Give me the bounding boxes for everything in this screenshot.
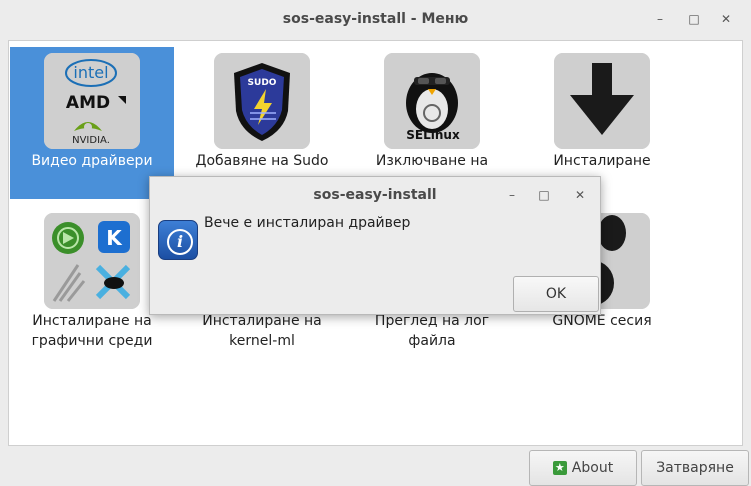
- minimize-icon[interactable]: –: [650, 9, 670, 29]
- info-dialog: sos-easy-install – □ ✕ i Вече е инсталир…: [149, 176, 601, 315]
- dialog-maximize-icon[interactable]: □: [534, 185, 554, 205]
- svg-text:K: K: [106, 226, 123, 250]
- dialog-minimize-icon[interactable]: –: [502, 185, 522, 205]
- intel-amd-nvidia-icon: intel AMD NVIDIA.: [44, 53, 140, 149]
- dialog-message: Вече е инсталиран драйвер: [204, 215, 411, 231]
- desktop-environments-icon: K: [44, 213, 140, 309]
- info-icon: i: [158, 220, 198, 260]
- dialog-close-icon[interactable]: ✕: [570, 185, 590, 205]
- menu-item-label: Изключване на: [375, 153, 489, 169]
- star-icon: ★: [552, 461, 567, 475]
- maximize-icon[interactable]: □: [684, 9, 704, 29]
- about-button[interactable]: ★ About: [529, 450, 637, 486]
- selinux-logo-text: SELinux: [406, 128, 460, 142]
- menu-item-label: Добавяне на Sudo: [195, 153, 329, 169]
- nvidia-logo-text: NVIDIA.: [72, 135, 110, 146]
- sudo-shield-icon: SUDO: [214, 53, 310, 149]
- window-title: sos-easy-install - Меню: [282, 11, 469, 27]
- ok-button-label: OK: [545, 286, 567, 302]
- sudo-logo-text: SUDO: [248, 78, 277, 88]
- menu-item-label: Инсталиране на kernel-ml: [202, 313, 322, 349]
- ok-button[interactable]: OK: [513, 276, 599, 312]
- close-button-label: Затваряне: [656, 460, 734, 476]
- menu-item-label: Видео драйвери: [31, 153, 153, 169]
- menu-item-label: Инсталиране: [553, 153, 651, 169]
- dialog-title: sos-easy-install: [313, 187, 437, 203]
- download-arrow-icon: [554, 53, 650, 149]
- intel-logo-text: intel: [73, 63, 108, 82]
- close-button[interactable]: Затваряне: [641, 450, 749, 486]
- amd-logo-text: AMD: [66, 93, 110, 113]
- close-icon[interactable]: ✕: [716, 9, 736, 29]
- selinux-penguin-icon: SELinux: [384, 53, 480, 149]
- menu-item-label: Преглед на лог файла: [374, 313, 490, 349]
- about-button-label: About: [571, 460, 614, 476]
- window-titlebar: sos-easy-install - Меню – □ ✕: [0, 0, 751, 38]
- menu-item-label: Инсталиране на графични среди: [31, 313, 153, 349]
